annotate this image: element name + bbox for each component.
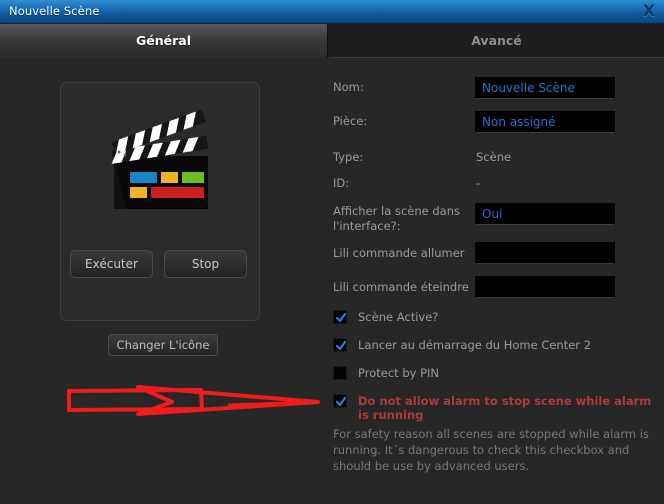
clapperboard-icon: [106, 110, 216, 210]
checkbox-label-alarm-lock: Do not allow alarm to stop scene while a…: [358, 394, 652, 422]
run-button[interactable]: Exécuter: [70, 250, 153, 278]
alarm-help-text: For safety reason all scenes are stopped…: [333, 427, 649, 473]
checkbox-alarm-lock[interactable]: [333, 394, 347, 408]
tab-general[interactable]: Général: [0, 24, 328, 58]
checkbox-protect-pin[interactable]: [333, 366, 347, 380]
tab-avance[interactable]: Avancé: [329, 24, 664, 58]
checkbox-startup[interactable]: [333, 338, 347, 352]
change-icon-button[interactable]: Changer L'icône: [108, 334, 218, 356]
label-lili-allumer: Lili commande allumer: [333, 246, 465, 260]
select-piece[interactable]: Non assigné: [475, 111, 615, 133]
window-titlebar: Nouvelle Scène X: [0, 0, 664, 23]
label-type: Type:: [333, 150, 364, 164]
value-type: Scène: [476, 150, 512, 164]
label-afficher: Afficher la scène dans l'interface?:: [333, 204, 460, 233]
tab-bar: Général Avancé: [0, 24, 664, 58]
label-lili-eteindre: Lili commande éteindre: [333, 280, 469, 294]
label-nom: Nom:: [333, 80, 364, 94]
checkbox-label-scene-active: Scène Active?: [358, 310, 439, 324]
checkbox-scene-active[interactable]: [333, 310, 347, 324]
scene-preview-panel: Exécuter Stop Changer L'icône: [0, 58, 328, 504]
input-lili-allumer[interactable]: [475, 242, 615, 264]
stop-button[interactable]: Stop: [164, 250, 247, 278]
scene-properties-form: Nom: Nouvelle Scène Pièce: Non assigné T…: [328, 58, 664, 504]
checkbox-label-protect-pin: Protect by PIN: [358, 366, 440, 380]
input-nom[interactable]: Nouvelle Scène: [475, 77, 615, 99]
input-lili-eteindre[interactable]: [475, 276, 615, 298]
red-highlight-annotation: [60, 383, 328, 419]
label-piece: Pièce:: [333, 114, 368, 128]
close-icon[interactable]: X: [640, 1, 658, 21]
dialog-content: Exécuter Stop Changer L'icône Nom: Nouve…: [0, 58, 664, 504]
select-afficher[interactable]: Oui: [475, 203, 615, 225]
window-title: Nouvelle Scène: [9, 4, 100, 18]
icon-preview-box: Exécuter Stop: [60, 82, 260, 321]
checkbox-label-startup: Lancer au démarrage du Home Center 2: [358, 338, 592, 352]
value-id: -: [476, 176, 481, 190]
label-id: ID:: [333, 176, 350, 190]
